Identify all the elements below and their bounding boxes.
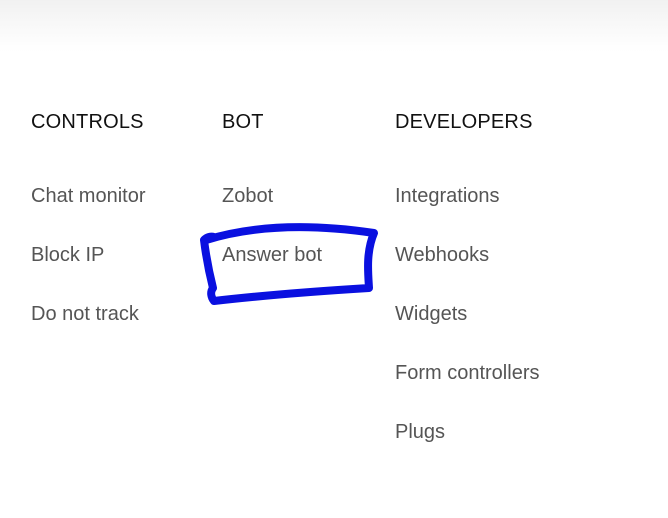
top-shadow-band — [0, 0, 668, 52]
list-item: Plugs — [395, 420, 539, 444]
list-item: Webhooks — [395, 243, 539, 267]
list-item: Zobot — [222, 184, 322, 208]
link-webhooks[interactable]: Webhooks — [395, 244, 489, 266]
link-form-controllers[interactable]: Form controllers — [395, 362, 539, 384]
list-item: Form controllers — [395, 361, 539, 385]
column-developers: DEVELOPERS Integrations Webhooks Widgets… — [395, 110, 539, 479]
column-heading-controls: CONTROLS — [31, 111, 144, 133]
link-integrations[interactable]: Integrations — [395, 185, 500, 207]
link-widgets[interactable]: Widgets — [395, 303, 467, 325]
column-bot: BOT Zobot Answer bot — [222, 110, 322, 302]
link-answer-bot[interactable]: Answer bot — [222, 244, 322, 266]
column-heading-developers: DEVELOPERS — [395, 111, 533, 133]
column-controls: CONTROLS Chat monitor Block IP Do not tr… — [31, 110, 146, 361]
column-controls-list: Chat monitor Block IP Do not track — [31, 184, 146, 326]
column-bot-list: Zobot Answer bot — [222, 184, 322, 267]
list-item: Integrations — [395, 184, 539, 208]
list-item: Do not track — [31, 302, 146, 326]
list-item: Answer bot — [222, 243, 322, 267]
link-do-not-track[interactable]: Do not track — [31, 303, 139, 325]
link-chat-monitor[interactable]: Chat monitor — [31, 185, 146, 207]
column-heading-bot: BOT — [222, 111, 264, 133]
link-zobot[interactable]: Zobot — [222, 185, 273, 207]
link-plugs[interactable]: Plugs — [395, 421, 445, 443]
column-developers-list: Integrations Webhooks Widgets Form contr… — [395, 184, 539, 444]
list-item: Widgets — [395, 302, 539, 326]
link-block-ip[interactable]: Block IP — [31, 244, 104, 266]
list-item: Block IP — [31, 243, 146, 267]
list-item: Chat monitor — [31, 184, 146, 208]
